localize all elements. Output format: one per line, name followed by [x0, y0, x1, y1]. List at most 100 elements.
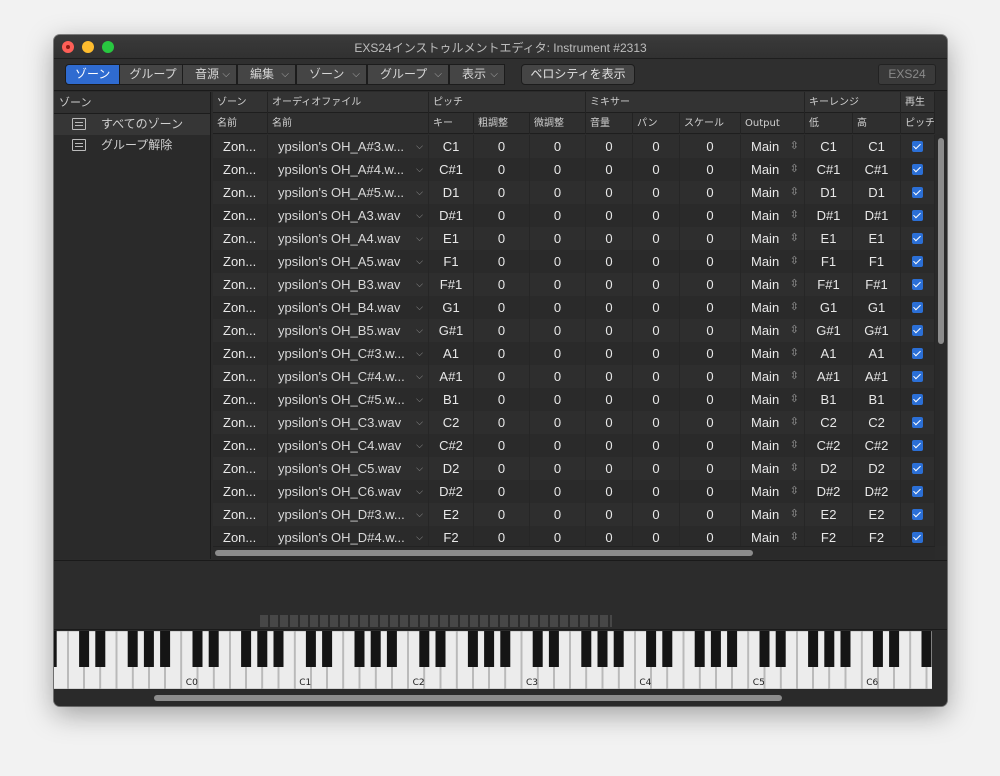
black-key[interactable] — [95, 631, 106, 667]
table-row[interactable]: Zon... ypsilon's OH_C4.wav ⌵ C#2 0 0 0 0 0 Main ⇳ C… — [213, 434, 935, 457]
scale-cell[interactable]: 0 — [680, 365, 741, 388]
volume-cell[interactable]: 0 — [586, 434, 633, 457]
stepper-icon[interactable]: ⇳ — [790, 135, 799, 158]
pan-cell[interactable]: 0 — [633, 342, 680, 365]
volume-cell[interactable]: 0 — [586, 250, 633, 273]
key-cell[interactable]: F#1 — [429, 273, 474, 296]
audio-file-cell[interactable]: ypsilon's OH_A#4.w... ⌵ — [268, 158, 429, 181]
pan-cell[interactable]: 0 — [633, 388, 680, 411]
audio-file-cell[interactable]: ypsilon's OH_A#3.w... ⌵ — [268, 135, 429, 158]
output-cell[interactable]: Main ⇳ — [741, 503, 805, 526]
play-pitch-cell[interactable] — [901, 227, 935, 250]
key-range-low-cell[interactable]: F1 — [805, 250, 853, 273]
audio-file-cell[interactable]: ypsilon's OH_C6.wav ⌵ — [268, 480, 429, 503]
key-range-high-cell[interactable]: D#1 — [853, 204, 901, 227]
scale-cell[interactable]: 0 — [680, 319, 741, 342]
column-header[interactable]: 高 — [853, 113, 901, 134]
coarse-tune-cell[interactable]: 0 — [474, 434, 530, 457]
zone-name-cell[interactable]: Zon... — [213, 135, 268, 158]
fine-tune-cell[interactable]: 0 — [530, 227, 586, 250]
key-range-high-cell[interactable]: E2 — [853, 503, 901, 526]
black-key[interactable] — [710, 631, 721, 667]
fine-tune-cell[interactable]: 0 — [530, 250, 586, 273]
stepper-icon[interactable]: ⇳ — [790, 365, 799, 388]
black-key[interactable] — [160, 631, 171, 667]
play-pitch-checkbox[interactable] — [912, 210, 923, 221]
black-key[interactable] — [532, 631, 543, 667]
black-key[interactable] — [662, 631, 673, 667]
scale-cell[interactable]: 0 — [680, 227, 741, 250]
audio-file-cell[interactable]: ypsilon's OH_A5.wav ⌵ — [268, 250, 429, 273]
chevron-down-icon[interactable]: ⌵ — [416, 158, 423, 181]
output-cell[interactable]: Main ⇳ — [741, 411, 805, 434]
black-key[interactable] — [241, 631, 252, 667]
chevron-down-icon[interactable]: ⌵ — [416, 227, 423, 250]
zone-name-cell[interactable]: Zon... — [213, 204, 268, 227]
table-row[interactable]: Zon... ypsilon's OH_C3.wav ⌵ C2 0 0 0 0 0 Main ⇳ C2… — [213, 411, 935, 434]
key-range-high-cell[interactable]: F#1 — [853, 273, 901, 296]
pan-cell[interactable]: 0 — [633, 296, 680, 319]
key-range-high-cell[interactable]: G#1 — [853, 319, 901, 342]
play-pitch-checkbox[interactable] — [912, 302, 923, 313]
scale-cell[interactable]: 0 — [680, 503, 741, 526]
key-range-low-cell[interactable]: G1 — [805, 296, 853, 319]
black-key[interactable] — [484, 631, 495, 667]
black-key[interactable] — [646, 631, 657, 667]
key-range-low-cell[interactable]: C2 — [805, 411, 853, 434]
pan-cell[interactable]: 0 — [633, 158, 680, 181]
play-pitch-cell[interactable] — [901, 480, 935, 503]
stepper-icon[interactable]: ⇳ — [790, 342, 799, 365]
output-cell[interactable]: Main ⇳ — [741, 250, 805, 273]
output-cell[interactable]: Main ⇳ — [741, 526, 805, 546]
fine-tune-cell[interactable]: 0 — [530, 296, 586, 319]
zone-name-cell[interactable]: Zon... — [213, 296, 268, 319]
scale-cell[interactable]: 0 — [680, 273, 741, 296]
output-cell[interactable]: Main ⇳ — [741, 388, 805, 411]
key-range-low-cell[interactable]: E1 — [805, 227, 853, 250]
table-row[interactable]: Zon... ypsilon's OH_C#5.w... ⌵ B1 0 0 0 0 0 Main ⇳… — [213, 388, 935, 411]
scale-cell[interactable]: 0 — [680, 457, 741, 480]
chevron-down-icon[interactable]: ⌵ — [416, 273, 423, 296]
table-row[interactable]: Zon... ypsilon's OH_B5.wav ⌵ G#1 0 0 0 0 0 Main ⇳ G… — [213, 319, 935, 342]
volume-cell[interactable]: 0 — [586, 319, 633, 342]
chevron-down-icon[interactable]: ⌵ — [416, 319, 423, 342]
coarse-tune-cell[interactable]: 0 — [474, 250, 530, 273]
black-key[interactable] — [54, 631, 57, 667]
horizontal-scrollbar[interactable] — [213, 546, 935, 559]
chevron-down-icon[interactable]: ⌵ — [416, 365, 423, 388]
keyboard-scrollbar[interactable] — [54, 689, 947, 706]
volume-cell[interactable]: 0 — [586, 457, 633, 480]
key-cell[interactable]: G#1 — [429, 319, 474, 342]
stepper-icon[interactable]: ⇳ — [790, 273, 799, 296]
volume-cell[interactable]: 0 — [586, 342, 633, 365]
output-cell[interactable]: Main ⇳ — [741, 457, 805, 480]
key-range-high-cell[interactable]: A1 — [853, 342, 901, 365]
coarse-tune-cell[interactable]: 0 — [474, 411, 530, 434]
coarse-tune-cell[interactable]: 0 — [474, 204, 530, 227]
key-range-low-cell[interactable]: D#2 — [805, 480, 853, 503]
black-key[interactable] — [548, 631, 559, 667]
pan-cell[interactable]: 0 — [633, 135, 680, 158]
key-range-high-cell[interactable]: G1 — [853, 296, 901, 319]
black-key[interactable] — [467, 631, 478, 667]
key-cell[interactable]: F1 — [429, 250, 474, 273]
pan-cell[interactable]: 0 — [633, 365, 680, 388]
fine-tune-cell[interactable]: 0 — [530, 319, 586, 342]
audio-file-cell[interactable]: ypsilon's OH_C#4.w... ⌵ — [268, 365, 429, 388]
zone-name-cell[interactable]: Zon... — [213, 181, 268, 204]
key-range-low-cell[interactable]: D2 — [805, 457, 853, 480]
play-pitch-cell[interactable] — [901, 342, 935, 365]
play-pitch-cell[interactable] — [901, 273, 935, 296]
output-cell[interactable]: Main ⇳ — [741, 434, 805, 457]
play-pitch-cell[interactable] — [901, 296, 935, 319]
column-header[interactable]: 粗調整 — [474, 113, 530, 134]
table-row[interactable]: Zon... ypsilon's OH_C6.wav ⌵ D#2 0 0 0 0 0 Main ⇳ D… — [213, 480, 935, 503]
table-row[interactable]: Zon... ypsilon's OH_A#3.w... ⌵ C1 0 0 0 0 0 Main ⇳… — [213, 135, 935, 158]
play-pitch-cell[interactable] — [901, 365, 935, 388]
coarse-tune-cell[interactable]: 0 — [474, 388, 530, 411]
stepper-icon[interactable]: ⇳ — [790, 480, 799, 503]
column-header[interactable]: キー — [429, 113, 474, 134]
horizontal-scroll-thumb[interactable] — [215, 550, 753, 556]
stepper-icon[interactable]: ⇳ — [790, 457, 799, 480]
stepper-icon[interactable]: ⇳ — [790, 319, 799, 342]
